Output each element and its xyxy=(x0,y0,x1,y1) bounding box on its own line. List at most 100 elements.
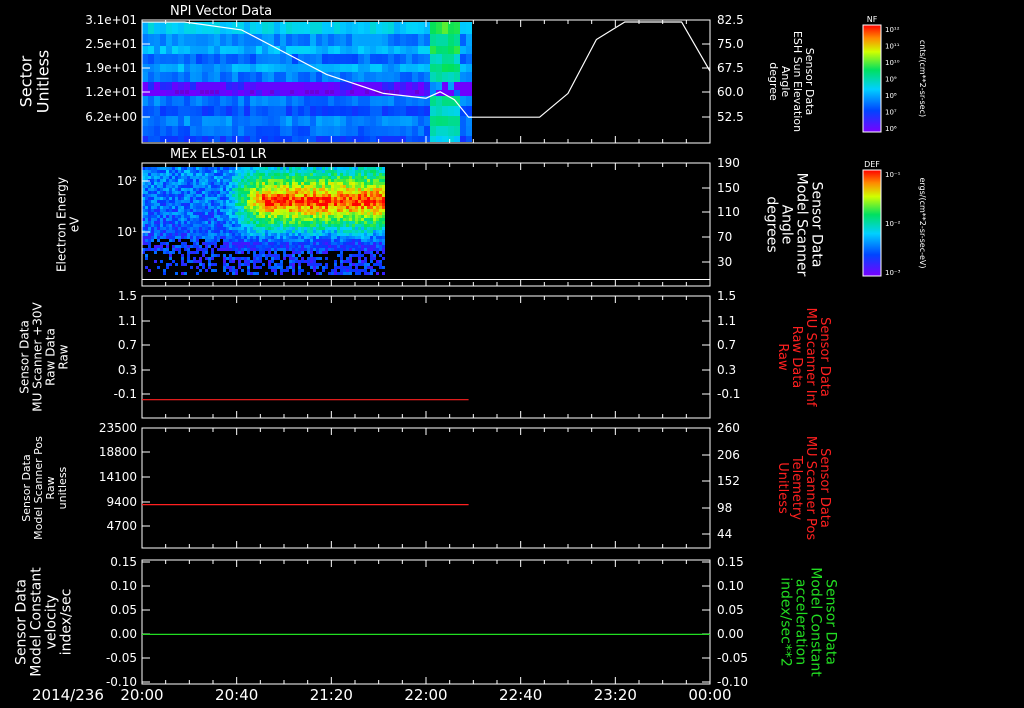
heat-cell xyxy=(175,224,178,227)
heat-cell xyxy=(379,197,382,200)
heat-cell xyxy=(298,254,301,257)
heat-cell xyxy=(214,170,217,173)
heat-cell xyxy=(172,203,175,206)
heat-cell xyxy=(166,242,169,245)
heat-cell xyxy=(274,245,277,248)
heat-cell xyxy=(319,263,322,266)
heat-cell xyxy=(154,72,160,82)
heat-cell xyxy=(370,206,373,209)
heat-cell xyxy=(229,230,232,233)
heat-cell xyxy=(217,248,220,251)
heat-cell xyxy=(217,176,220,179)
heat-cell xyxy=(292,200,295,203)
right-tick-label: 98 xyxy=(717,501,732,515)
heat-cell xyxy=(205,269,208,272)
colorbar-unit: cnts/(cm**2-sr-sec) xyxy=(918,40,927,117)
heat-cell xyxy=(205,182,208,185)
heat-cell xyxy=(202,176,205,179)
heat-cell xyxy=(361,197,364,200)
heat-cell xyxy=(283,209,286,212)
heat-cell xyxy=(310,46,316,54)
heat-cell xyxy=(238,170,241,173)
heat-cell xyxy=(178,236,181,239)
heat-cell xyxy=(142,90,148,96)
heat-cell xyxy=(271,269,274,272)
heat-cell xyxy=(355,263,358,266)
heat-cell xyxy=(394,82,400,90)
heat-cell xyxy=(352,233,355,236)
heat-cell xyxy=(322,185,325,188)
heat-cell xyxy=(220,167,223,170)
heat-cell xyxy=(214,176,217,179)
heat-cell xyxy=(250,64,256,72)
heat-cell xyxy=(274,191,277,194)
heat-cell xyxy=(190,200,193,203)
heat-cell xyxy=(196,179,199,182)
heat-cell xyxy=(328,185,331,188)
heat-cell xyxy=(262,126,268,136)
heat-cell xyxy=(376,170,379,173)
heat-cell xyxy=(367,248,370,251)
heat-cell xyxy=(316,173,319,176)
heat-cell xyxy=(223,182,226,185)
heat-cell xyxy=(379,188,382,191)
heat-cell xyxy=(340,260,343,263)
heat-cell xyxy=(298,236,301,239)
heat-cell xyxy=(238,227,241,230)
heat-cell xyxy=(214,72,220,82)
heat-cell xyxy=(388,82,394,90)
heat-cell xyxy=(370,251,373,254)
panel-5-frame xyxy=(141,559,711,685)
heat-cell xyxy=(229,233,232,236)
heat-cell xyxy=(157,248,160,251)
heat-cell xyxy=(340,245,343,248)
heat-cell xyxy=(418,72,424,82)
left-tick-label: 0.10 xyxy=(110,579,137,593)
heat-cell xyxy=(436,54,442,64)
heat-cell xyxy=(334,242,337,245)
heat-cell xyxy=(298,245,301,248)
heat-cell xyxy=(373,212,376,215)
heat-cell xyxy=(280,206,283,209)
heat-cell xyxy=(151,203,154,206)
heat-cell xyxy=(373,188,376,191)
heat-cell xyxy=(265,233,268,236)
heat-cell xyxy=(196,197,199,200)
colorbar-tick: 10⁻¹ xyxy=(885,171,901,179)
heat-cell xyxy=(274,170,277,173)
heat-cell xyxy=(280,82,286,90)
heat-cell xyxy=(328,197,331,200)
heat-cell xyxy=(316,236,319,239)
heat-cell xyxy=(229,179,232,182)
heat-cell xyxy=(241,170,244,173)
heat-cell xyxy=(166,197,169,200)
multi-panel-plot: NPI Vector DataMEx ELS-01 LR3.1e+012.5e+… xyxy=(14,4,928,704)
heat-cell xyxy=(349,236,352,239)
heat-cell xyxy=(358,173,361,176)
heat-cell xyxy=(304,116,310,126)
heat-cell xyxy=(268,203,271,206)
heat-cell xyxy=(394,46,400,54)
heat-cell xyxy=(313,206,316,209)
heat-cell xyxy=(259,179,262,182)
heat-cell xyxy=(295,167,298,170)
heat-cell xyxy=(190,173,193,176)
heat-cell xyxy=(259,197,262,200)
heat-cell xyxy=(244,136,250,142)
heat-cell xyxy=(178,188,181,191)
heat-cell xyxy=(175,236,178,239)
heat-cell xyxy=(259,224,262,227)
heat-cell xyxy=(370,218,373,221)
heat-cell xyxy=(229,173,232,176)
heat-cell xyxy=(315,90,319,94)
heat-cell xyxy=(271,173,274,176)
heat-cell xyxy=(145,266,148,269)
heat-cell xyxy=(382,221,385,224)
heat-cell xyxy=(277,182,280,185)
colorbar-tick: 10¹⁰ xyxy=(885,59,900,67)
heat-cell xyxy=(277,170,280,173)
heat-cell xyxy=(310,72,316,82)
heat-cell xyxy=(214,46,220,54)
heat-cell xyxy=(202,188,205,191)
heat-cell xyxy=(337,227,340,230)
